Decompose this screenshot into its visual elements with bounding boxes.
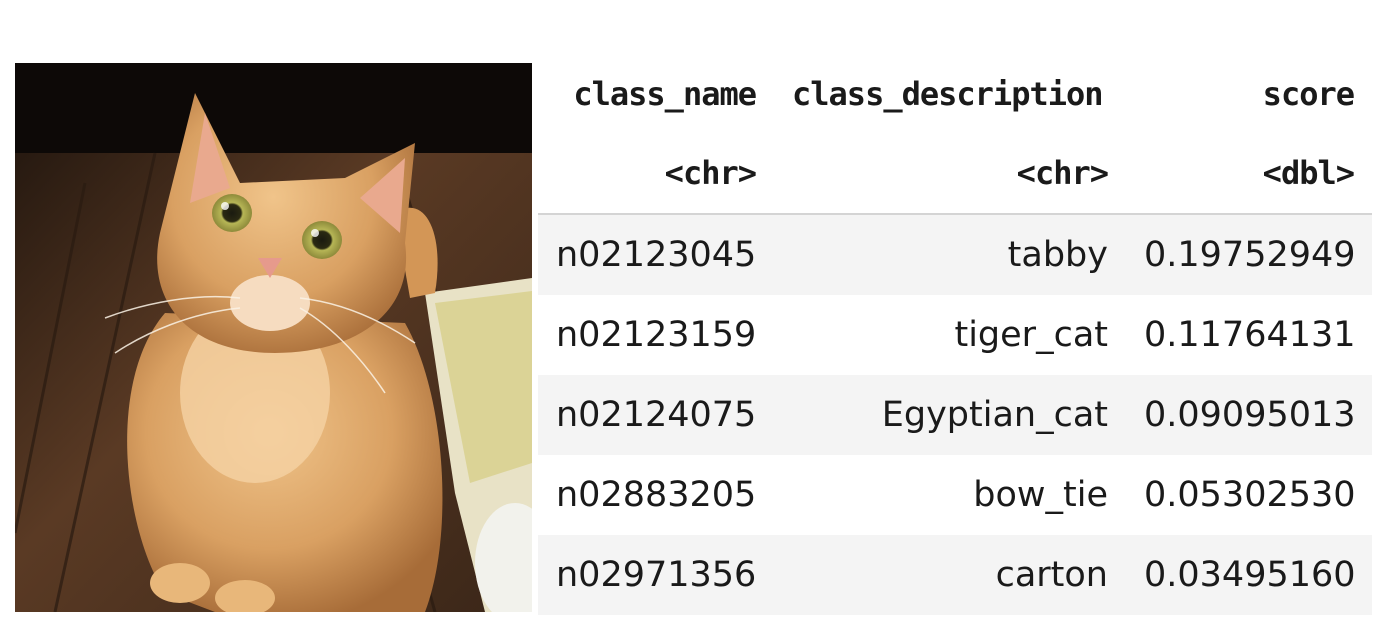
- cell-class-description: tabby: [774, 214, 1126, 295]
- cell-score: 0.19752949: [1126, 214, 1372, 295]
- column-header-class-description[interactable]: class_description: [774, 55, 1126, 133]
- header-row: class_name class_description score: [538, 55, 1372, 133]
- cell-class-description: Egyptian_cat: [774, 375, 1126, 455]
- column-type-class-name: <chr>: [538, 133, 774, 215]
- cell-class-name: n02971356: [538, 535, 774, 615]
- table-header: class_name class_description score <chr>…: [538, 55, 1372, 215]
- cell-score: 0.09095013: [1126, 375, 1372, 455]
- column-header-class-name[interactable]: class_name: [538, 55, 774, 133]
- cell-class-description: tiger_cat: [774, 295, 1126, 375]
- cell-class-description: carton: [774, 535, 1126, 615]
- table-row: n02123045 tabby 0.19752949: [538, 214, 1372, 295]
- cat-photo: [15, 63, 532, 612]
- table-row: n02124075 Egyptian_cat 0.09095013: [538, 375, 1372, 455]
- cell-score: 0.05302530: [1126, 455, 1372, 535]
- table-row: n02971356 carton 0.03495160: [538, 535, 1372, 615]
- cell-score: 0.11764131: [1126, 295, 1372, 375]
- cell-class-name: n02883205: [538, 455, 774, 535]
- cell-class-description: bow_tie: [774, 455, 1126, 535]
- table-row: n02123159 tiger_cat 0.11764131: [538, 295, 1372, 375]
- cell-class-name: n02123159: [538, 295, 774, 375]
- cell-class-name: n02124075: [538, 375, 774, 455]
- column-type-class-description: <chr>: [774, 133, 1126, 215]
- type-row: <chr> <chr> <dbl>: [538, 133, 1372, 215]
- column-type-score: <dbl>: [1126, 133, 1372, 215]
- table-body: n02123045 tabby 0.19752949 n02123159 tig…: [538, 214, 1372, 615]
- results-table: class_name class_description score <chr>…: [538, 55, 1372, 615]
- cell-class-name: n02123045: [538, 214, 774, 295]
- cell-score: 0.03495160: [1126, 535, 1372, 615]
- table-row: n02883205 bow_tie 0.05302530: [538, 455, 1372, 535]
- column-header-score[interactable]: score: [1126, 55, 1372, 133]
